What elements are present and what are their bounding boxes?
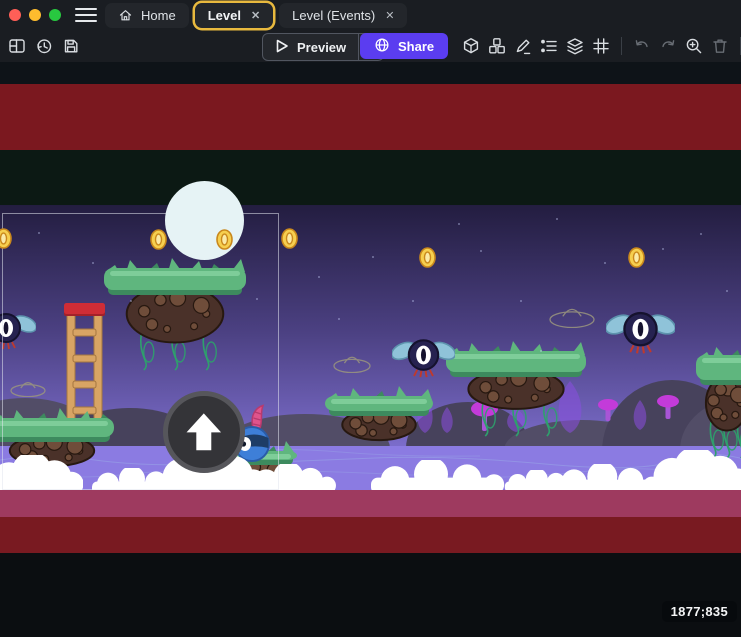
titlebar: Home Level ✕ Level (Events) ✕ xyxy=(0,0,741,30)
tab-home[interactable]: Home xyxy=(105,3,189,28)
share-button[interactable]: Share xyxy=(360,33,448,59)
globe-icon xyxy=(374,37,390,56)
close-window-button[interactable] xyxy=(9,9,21,21)
trash-button xyxy=(708,34,732,58)
toolbar-left-icons xyxy=(5,30,83,62)
jump-button-sprite[interactable] xyxy=(163,391,245,473)
save-button[interactable] xyxy=(59,34,83,58)
preview-button-label: Preview xyxy=(297,40,346,55)
toolbar: Preview Share xyxy=(0,30,741,62)
minimize-window-button[interactable] xyxy=(29,9,41,21)
redo-button xyxy=(656,34,680,58)
toolbar-separator xyxy=(621,37,622,55)
undo-button xyxy=(630,34,654,58)
coin-sprite[interactable] xyxy=(150,229,167,255)
layers-button[interactable] xyxy=(563,34,587,58)
tab-label: Level (Events) xyxy=(292,8,375,23)
tab-label: Home xyxy=(141,8,176,23)
objects-cube-button[interactable] xyxy=(459,34,483,58)
coin-sprite[interactable] xyxy=(628,247,645,273)
play-icon xyxy=(275,39,289,56)
tab-label: Level xyxy=(208,8,241,23)
history-button[interactable] xyxy=(32,34,56,58)
object-groups-button[interactable] xyxy=(485,34,509,58)
window-controls xyxy=(9,9,61,21)
coin-sprite[interactable] xyxy=(216,229,233,255)
menu-button[interactable] xyxy=(75,4,97,26)
scene-editor-canvas[interactable]: 1877;835 xyxy=(0,0,741,637)
zoom-window-button[interactable] xyxy=(49,9,61,21)
tab-bar: Home Level ✕ Level (Events) ✕ xyxy=(105,0,407,30)
tab-close-button[interactable]: ✕ xyxy=(249,9,260,22)
home-icon xyxy=(118,8,133,23)
zoom-in-button[interactable] xyxy=(682,34,706,58)
tab-level[interactable]: Level ✕ xyxy=(195,3,273,28)
coin-sprite[interactable] xyxy=(419,247,436,273)
application-window: 1877;835 Home Level ✕ Level (Events) ✕ Previ… xyxy=(0,0,741,637)
grid-button[interactable] xyxy=(589,34,613,58)
coin-sprite[interactable] xyxy=(0,228,12,254)
coin-sprite[interactable] xyxy=(281,228,298,254)
edit-pencil-button[interactable] xyxy=(511,34,535,58)
tab-level-events[interactable]: Level (Events) ✕ xyxy=(279,3,407,28)
panels-button[interactable] xyxy=(5,34,29,58)
up-arrow-icon xyxy=(175,403,233,461)
tab-close-button[interactable]: ✕ xyxy=(383,9,394,22)
toolbar-right-icons xyxy=(459,30,741,62)
cursor-coordinates: 1877;835 xyxy=(662,601,737,622)
instances-list-button[interactable] xyxy=(537,34,561,58)
share-button-label: Share xyxy=(398,39,434,54)
